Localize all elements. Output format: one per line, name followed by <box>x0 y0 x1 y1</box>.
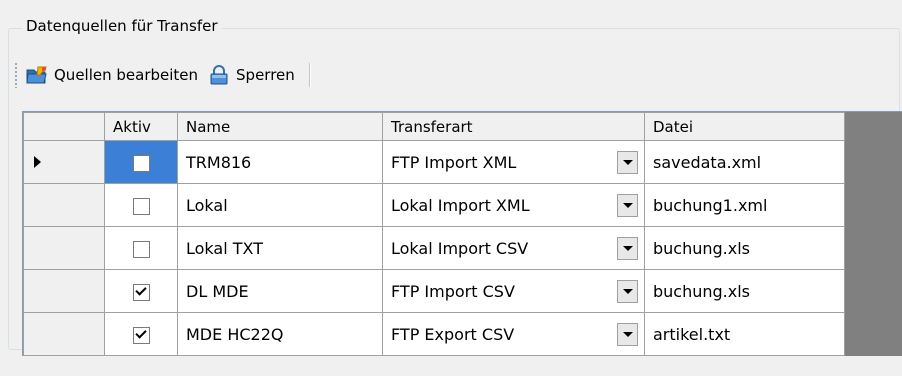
aktiv-checkbox[interactable] <box>132 283 150 301</box>
transferart-combo[interactable]: FTP Export CSV <box>383 322 644 346</box>
datei-cell[interactable]: buchung1.xml <box>644 183 845 227</box>
row-header[interactable] <box>23 226 105 270</box>
datasources-table: Aktiv Name Transferart Datei TRM816 FTP I… <box>23 112 845 356</box>
header-row: Aktiv Name Transferart Datei <box>23 112 845 141</box>
transferart-value: FTP Import CSV <box>391 281 515 301</box>
aktiv-checkbox[interactable] <box>132 197 150 215</box>
transferart-value: FTP Export CSV <box>391 324 515 344</box>
lock-button[interactable]: Sperren <box>208 62 295 88</box>
aktiv-cell[interactable] <box>104 140 178 184</box>
transferart-combo[interactable]: Lokal Import CSV <box>383 236 644 260</box>
toolbar-grip[interactable] <box>14 62 18 88</box>
name-cell[interactable]: TRM816 <box>177 140 383 184</box>
table-row[interactable]: Lokal TXT Lokal Import CSV buchung.xls <box>23 226 845 270</box>
dropdown-arrow-icon[interactable] <box>617 150 638 174</box>
aktiv-cell[interactable] <box>104 269 178 313</box>
dropdown-arrow-icon[interactable] <box>617 193 638 217</box>
corner-header[interactable] <box>23 112 105 141</box>
transferart-cell[interactable]: FTP Export CSV <box>382 312 645 356</box>
lock-icon <box>208 65 230 85</box>
name-cell[interactable]: Lokal <box>177 183 383 227</box>
table-row[interactable]: Lokal Lokal Import XML buchung1.xml <box>23 183 845 227</box>
folder-edit-icon <box>26 65 48 85</box>
datei-cell[interactable]: artikel.txt <box>644 312 845 356</box>
datasources-grid[interactable]: Aktiv Name Transferart Datei TRM816 FTP I… <box>22 111 902 356</box>
column-header-name[interactable]: Name <box>177 112 383 141</box>
name-cell[interactable]: DL MDE <box>177 269 383 313</box>
transferart-combo[interactable]: FTP Import CSV <box>383 279 644 303</box>
column-header-transferart[interactable]: Transferart <box>382 112 645 141</box>
lock-label: Sperren <box>236 66 295 84</box>
current-row-indicator-icon <box>34 156 41 168</box>
column-header-aktiv[interactable]: Aktiv <box>104 112 178 141</box>
dropdown-arrow-icon[interactable] <box>617 279 638 303</box>
transferart-cell[interactable]: Lokal Import CSV <box>382 226 645 270</box>
aktiv-cell[interactable] <box>104 183 178 227</box>
row-header[interactable] <box>23 183 105 227</box>
datei-cell[interactable]: savedata.xml <box>644 140 845 184</box>
table-row[interactable]: MDE HC22Q FTP Export CSV artikel.txt <box>23 312 845 356</box>
edit-sources-label: Quellen bearbeiten <box>54 66 199 84</box>
edit-sources-button[interactable]: Quellen bearbeiten <box>26 62 198 88</box>
aktiv-cell[interactable] <box>104 312 178 356</box>
aktiv-checkbox[interactable] <box>132 240 150 258</box>
transferart-value: Lokal Import XML <box>391 195 530 215</box>
aktiv-checkbox[interactable] <box>132 154 150 172</box>
transferart-value: FTP Import XML <box>391 152 517 172</box>
datei-cell[interactable]: buchung.xls <box>644 226 845 270</box>
dropdown-arrow-icon[interactable] <box>617 322 638 346</box>
groupbox-title: Datenquellen für Transfer <box>22 17 222 35</box>
table-row[interactable]: TRM816 FTP Import XML savedata.xml <box>23 140 845 184</box>
row-header[interactable] <box>23 140 105 184</box>
aktiv-checkbox[interactable] <box>132 326 150 344</box>
toolbar-separator <box>308 63 311 87</box>
row-header[interactable] <box>23 269 105 313</box>
transferart-combo[interactable]: FTP Import XML <box>383 150 644 174</box>
name-cell[interactable]: Lokal TXT <box>177 226 383 270</box>
transferart-cell[interactable]: FTP Import XML <box>382 140 645 184</box>
transferart-cell[interactable]: Lokal Import XML <box>382 183 645 227</box>
transferart-value: Lokal Import CSV <box>391 238 529 258</box>
aktiv-cell[interactable] <box>104 226 178 270</box>
dropdown-arrow-icon[interactable] <box>617 236 638 260</box>
row-header[interactable] <box>23 312 105 356</box>
transferart-cell[interactable]: FTP Import CSV <box>382 269 645 313</box>
table-row[interactable]: DL MDE FTP Import CSV buchung.xls <box>23 269 845 313</box>
name-cell[interactable]: MDE HC22Q <box>177 312 383 356</box>
column-header-datei[interactable]: Datei <box>644 112 845 141</box>
toolbar: Quellen bearbeiten Sperren <box>14 58 414 92</box>
transferart-combo[interactable]: Lokal Import XML <box>383 193 644 217</box>
datei-cell[interactable]: buchung.xls <box>644 269 845 313</box>
